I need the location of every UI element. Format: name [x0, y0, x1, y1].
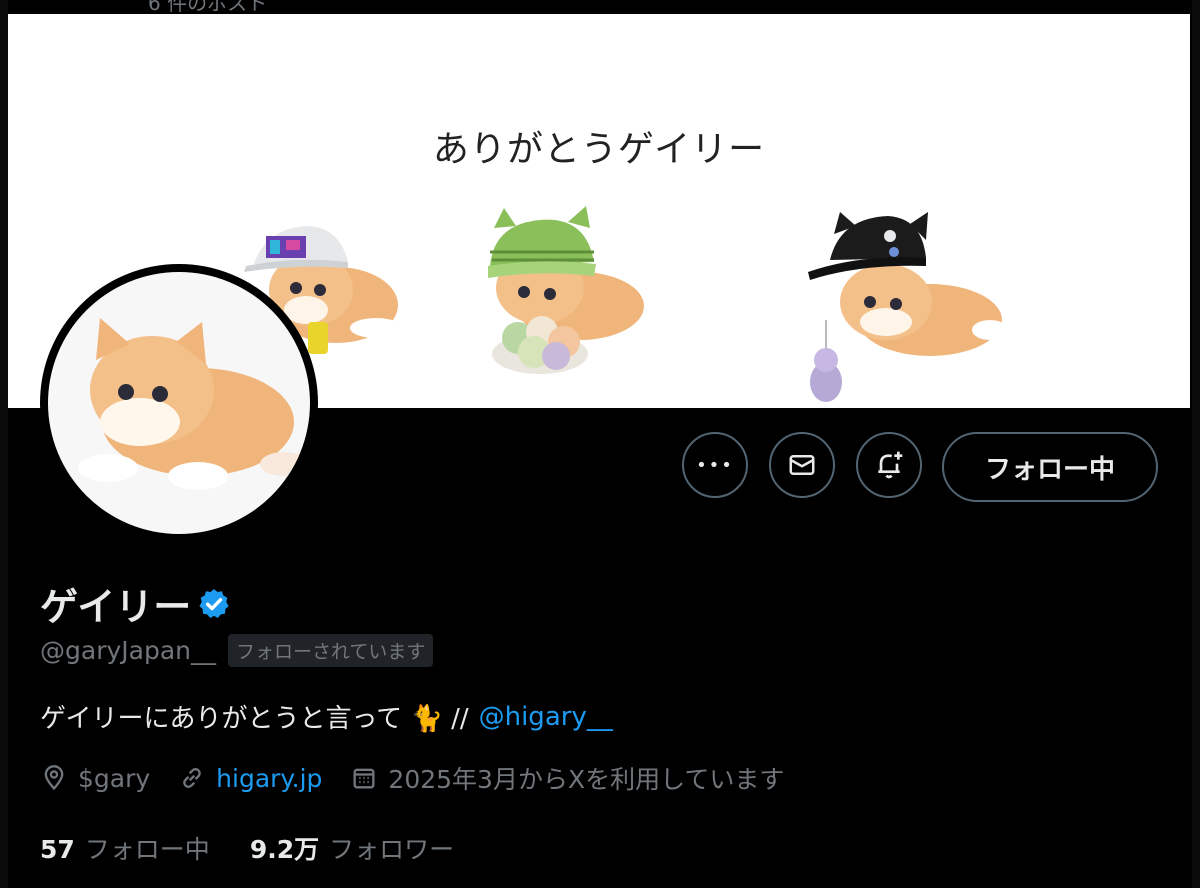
notify-button[interactable]: [856, 432, 922, 498]
location-icon: [44, 765, 64, 791]
more-button[interactable]: •••: [682, 432, 748, 498]
calendar-icon: [353, 768, 375, 789]
verified-icon[interactable]: [197, 587, 231, 621]
joined-item: 2025年3月からXを利用しています: [350, 760, 784, 796]
following-label[interactable]: フォロー中: [85, 830, 210, 866]
banner-title: ありがとうゲイリー: [432, 129, 766, 170]
banner-kitten-black-cap: [808, 212, 1008, 402]
followers-label[interactable]: フォロワー: [329, 830, 454, 866]
frame-right: [1192, 0, 1200, 888]
username-handle: @garyJapan__: [40, 636, 216, 665]
website-link[interactable]: higary.jp: [216, 764, 322, 793]
top-strip: 6 件のポスト: [0, 0, 1200, 14]
more-icon: •••: [696, 454, 734, 476]
joined-text: 2025年3月からXを利用しています: [388, 765, 785, 794]
mail-icon: [789, 455, 815, 475]
handle-row: @garyJapan__ フォローされています: [40, 634, 434, 667]
profile-meta-row: $gary higary.jp 2025年3月からXを利用しています: [40, 760, 812, 796]
bell-plus-icon: [878, 451, 903, 479]
bio-mention-link[interactable]: @higary__: [479, 702, 613, 732]
following-count[interactable]: 57: [40, 835, 75, 864]
profile-avatar[interactable]: [40, 264, 318, 542]
website-item: higary.jp: [178, 764, 322, 793]
avatar-kitten-illustration: [78, 318, 308, 490]
link-icon: [183, 768, 201, 788]
location-text: $gary: [78, 763, 151, 793]
post-count-text: 6 件のポスト: [148, 0, 268, 14]
bio-text: ゲイリーにありがとうと言って 🐈 //: [40, 704, 469, 734]
avatar-image: [48, 272, 310, 534]
display-name: ゲイリー: [40, 585, 192, 629]
profile-name-row: ゲイリー: [40, 576, 231, 631]
followers-count[interactable]: 9.2万: [250, 830, 319, 866]
banner-kitten-knit-hat: [488, 206, 644, 374]
message-button[interactable]: [769, 432, 835, 498]
location-item: $gary: [40, 764, 150, 793]
follows-you-badge: フォローされています: [228, 634, 434, 667]
profile-bio: ゲイリーにありがとうと言って 🐈 // @higary__: [40, 698, 613, 735]
following-button[interactable]: フォロー中: [942, 432, 1158, 502]
profile-stats: 57 フォロー中 9.2万 フォロワー: [40, 830, 494, 866]
frame-left: [0, 0, 8, 888]
